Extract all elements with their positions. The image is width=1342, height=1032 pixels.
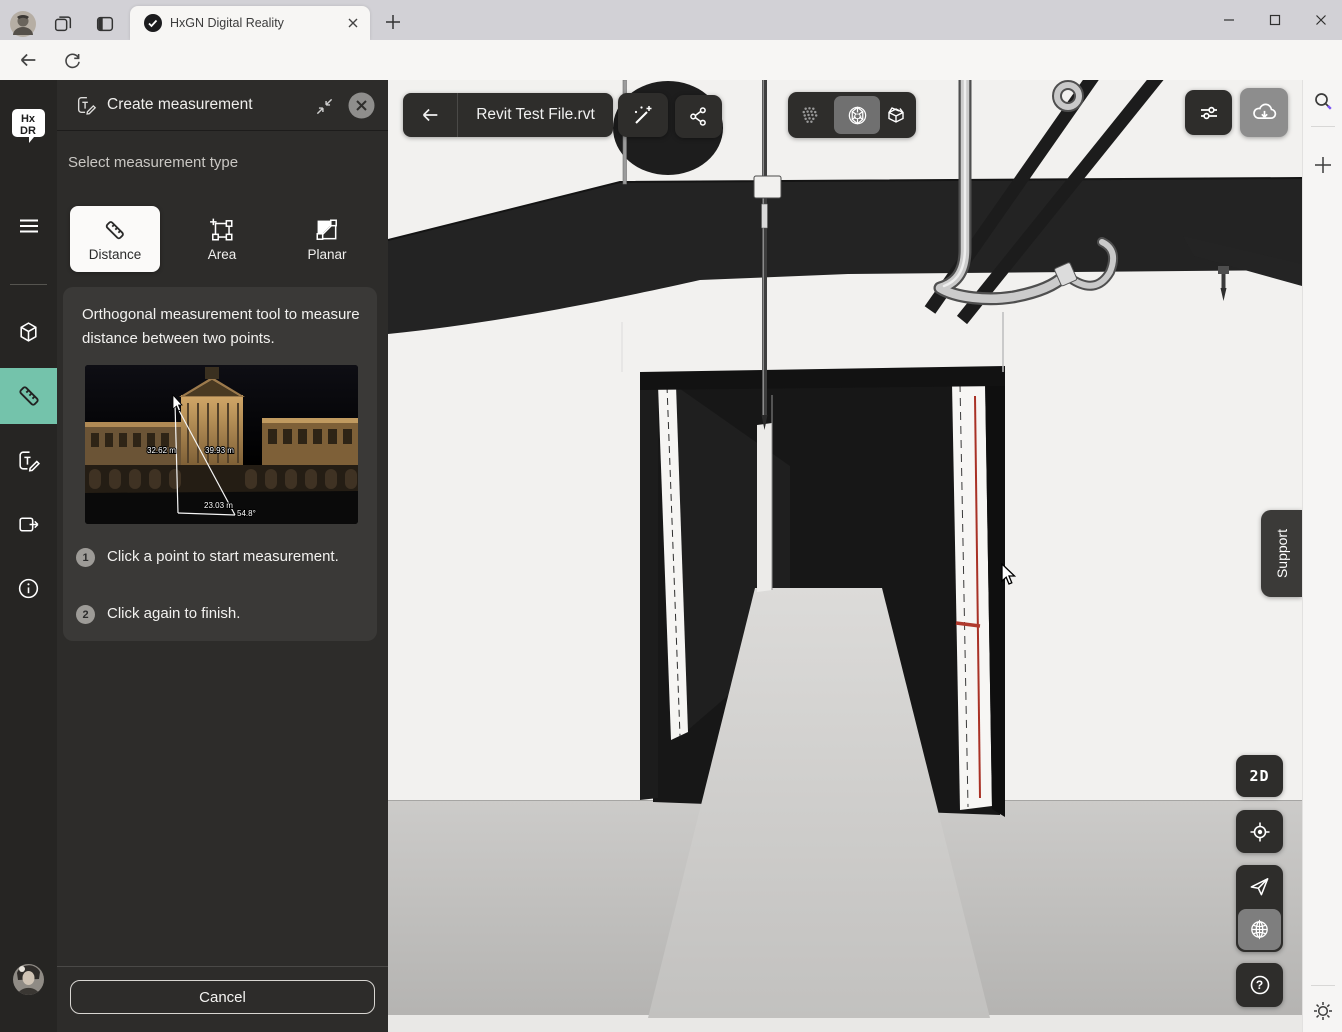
- annotation-edit-icon: [16, 448, 41, 473]
- type-label: Area: [208, 247, 237, 262]
- svg-text:54.8°: 54.8°: [237, 509, 256, 518]
- tab-favicon: [144, 14, 162, 32]
- edge-sidebar: [1302, 80, 1342, 1032]
- share-button[interactable]: [675, 95, 722, 138]
- type-distance-button[interactable]: Distance: [70, 206, 160, 272]
- svg-text:39.93 m: 39.93 m: [205, 446, 234, 455]
- collapse-panel-icon[interactable]: [315, 97, 334, 116]
- sidebar-item-exports[interactable]: [0, 496, 57, 552]
- question-icon: ?: [1248, 973, 1272, 997]
- export-icon: [16, 512, 41, 537]
- workspaces-icon[interactable]: [52, 13, 74, 35]
- step-number-badge: 1: [76, 548, 95, 567]
- close-panel-button[interactable]: [348, 92, 375, 119]
- sliders-icon: [1197, 101, 1221, 125]
- sidebar-add-button[interactable]: [1311, 153, 1335, 177]
- sidebar-item-measurements[interactable]: [0, 368, 57, 424]
- new-tab-button[interactable]: [384, 13, 402, 31]
- back-icon[interactable]: [16, 48, 40, 72]
- sidebar-divider: [10, 284, 47, 285]
- app-sidebar: Hx DR: [0, 80, 57, 1032]
- tab-title: HxGN Digital Reality: [170, 16, 346, 30]
- tab-close-icon[interactable]: [346, 16, 360, 30]
- sidebar-item-annotations[interactable]: [0, 432, 57, 488]
- tool-description: Orthogonal measurement tool to measure d…: [82, 303, 360, 351]
- edge-sidebar-divider: [1311, 126, 1335, 127]
- viewport-3d[interactable]: Revit Test File.rvt Support 2D: [388, 80, 1302, 1032]
- tutorial-step: 2 Click again to finish.: [76, 602, 347, 626]
- type-label: Planar: [307, 247, 346, 262]
- point-cloud-mode-button[interactable]: [798, 104, 821, 127]
- magic-wand-button[interactable]: [618, 93, 668, 137]
- file-name: Revit Test File.rvt: [458, 106, 613, 124]
- toggle-2d-button[interactable]: 2D: [1236, 755, 1283, 797]
- ruler-icon: [16, 383, 42, 409]
- user-avatar[interactable]: [13, 964, 44, 995]
- crosshair-icon: [1248, 820, 1272, 844]
- cube-icon: [16, 320, 41, 345]
- navigation-group: [1236, 865, 1283, 952]
- edge-sidebar-divider: [1311, 985, 1335, 986]
- sidebar-search-button[interactable]: [1311, 89, 1335, 113]
- tutorial-step: 1 Click a point to start measurement.: [76, 545, 347, 569]
- browser-titlebar: HxGN Digital Reality: [0, 0, 1342, 40]
- sidebar-item-3d-assets[interactable]: [0, 304, 57, 360]
- svg-text:Hx: Hx: [21, 113, 36, 125]
- help-button[interactable]: ?: [1236, 963, 1283, 1007]
- section-label: Select measurement type: [68, 154, 238, 171]
- support-tab[interactable]: Support: [1261, 510, 1302, 597]
- window-minimize-button[interactable]: [1222, 13, 1236, 27]
- panel-title: Create measurement: [107, 96, 253, 114]
- viewer-back-button[interactable]: [403, 93, 458, 137]
- hamburger-icon: [17, 214, 41, 238]
- panel-header: Create measurement: [57, 80, 388, 131]
- svg-text:DR: DR: [20, 125, 36, 137]
- svg-text:23.03 m: 23.03 m: [204, 501, 233, 510]
- file-toolbar: Revit Test File.rvt: [403, 93, 613, 137]
- hxdr-logo[interactable]: Hx DR: [10, 108, 47, 144]
- sidebar-item-info[interactable]: [0, 560, 57, 616]
- tab-actions-icon[interactable]: [94, 13, 116, 35]
- window-close-button[interactable]: [1314, 13, 1328, 27]
- step-number-badge: 2: [76, 605, 95, 624]
- textured-model-mode-button[interactable]: [884, 103, 908, 127]
- area-icon: [209, 217, 235, 243]
- panel-footer-divider: [57, 966, 388, 967]
- tutorial-card: Orthogonal measurement tool to measure d…: [63, 287, 377, 641]
- create-measurement-panel: Create measurement Select measurement ty…: [57, 80, 388, 1032]
- refresh-icon[interactable]: [60, 48, 84, 72]
- mesh-mode-button-selected[interactable]: [834, 96, 880, 134]
- view-settings-button[interactable]: [1185, 90, 1232, 135]
- render-mode-toggle: [788, 92, 916, 138]
- mouse-cursor: [1000, 563, 1020, 587]
- revit-model-scene: [388, 80, 1302, 1032]
- main-menu-button[interactable]: [0, 198, 57, 254]
- measurement-edit-icon: [75, 94, 97, 116]
- type-area-button[interactable]: Area: [177, 206, 267, 272]
- browser-tab[interactable]: HxGN Digital Reality: [130, 6, 370, 40]
- locate-button[interactable]: [1236, 810, 1283, 853]
- edge-settings-gear-icon[interactable]: [1311, 999, 1335, 1023]
- distance-ruler-icon: [102, 217, 128, 243]
- globe-navigation-button-selected[interactable]: [1238, 909, 1281, 950]
- browser-profile-avatar[interactable]: [10, 11, 36, 37]
- magic-wand-icon: [631, 103, 655, 127]
- info-icon: [16, 576, 41, 601]
- support-label: Support: [1274, 529, 1290, 578]
- share-icon: [687, 105, 710, 128]
- fly-navigation-button[interactable]: [1248, 875, 1271, 898]
- browser-toolbar: https://realitycloudstudio.hxdr.app/asse…: [0, 40, 1342, 80]
- cancel-button[interactable]: Cancel: [70, 980, 375, 1014]
- download-asset-button[interactable]: [1240, 88, 1288, 137]
- planar-icon: [314, 217, 340, 243]
- cloud-download-icon: [1251, 99, 1278, 126]
- type-planar-button[interactable]: Planar: [282, 206, 372, 272]
- tutorial-image: 32.62 m 39.93 m 23.03 m 54.8°: [85, 365, 358, 524]
- type-label: Distance: [89, 247, 142, 262]
- svg-text:32.62 m: 32.62 m: [147, 446, 176, 455]
- window-maximize-button[interactable]: [1268, 13, 1282, 27]
